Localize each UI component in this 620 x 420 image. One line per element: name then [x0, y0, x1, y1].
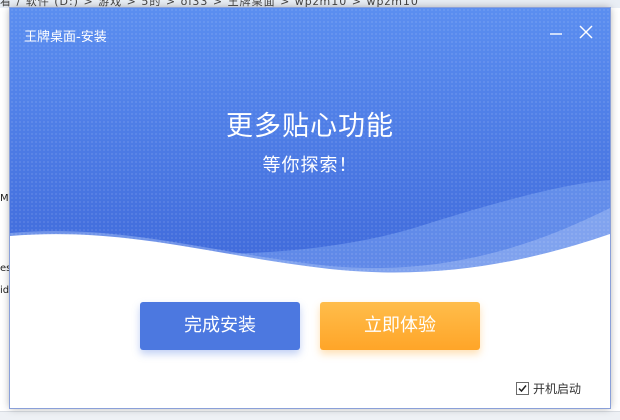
autostart-label: 开机启动 [533, 381, 582, 396]
close-icon [579, 25, 593, 39]
close-button[interactable] [574, 20, 598, 44]
background-text-fragment: id [0, 285, 10, 296]
minimize-icon [550, 33, 562, 35]
background-text-fragment: es [0, 263, 10, 274]
checkmark-icon [518, 384, 527, 392]
hero-subline: 等你探索！ [262, 155, 358, 176]
background-path-text: 看 / 软件 (D:) > 游戏 > 5的 > ol33 > 王牌桌面 > wp… [0, 0, 419, 8]
background-text-fragment: M [0, 193, 9, 204]
minimize-button[interactable] [544, 20, 568, 44]
autostart-checkbox[interactable] [516, 381, 529, 395]
window-title: 王牌桌面-安装 [24, 30, 107, 45]
hero-background [10, 8, 610, 278]
hero-headline: 更多贴心功能 [226, 111, 394, 142]
hero-banner: 王牌桌面-安装 更多贴心功能 等你探索！ [10, 8, 610, 278]
autostart-option[interactable]: 开机启动 [516, 380, 581, 396]
background-address-bar: 看 / 软件 (D:) > 游戏 > 5的 > ol33 > 王牌桌面 > wp… [0, 0, 620, 8]
installer-window: 王牌桌面-安装 更多贴心功能 等你探索！ 完成安装 立即体验 开机启动 [10, 8, 610, 408]
try-now-button[interactable]: 立即体验 [320, 302, 480, 350]
background-status-strip [0, 411, 620, 420]
finish-install-button[interactable]: 完成安装 [140, 302, 300, 350]
